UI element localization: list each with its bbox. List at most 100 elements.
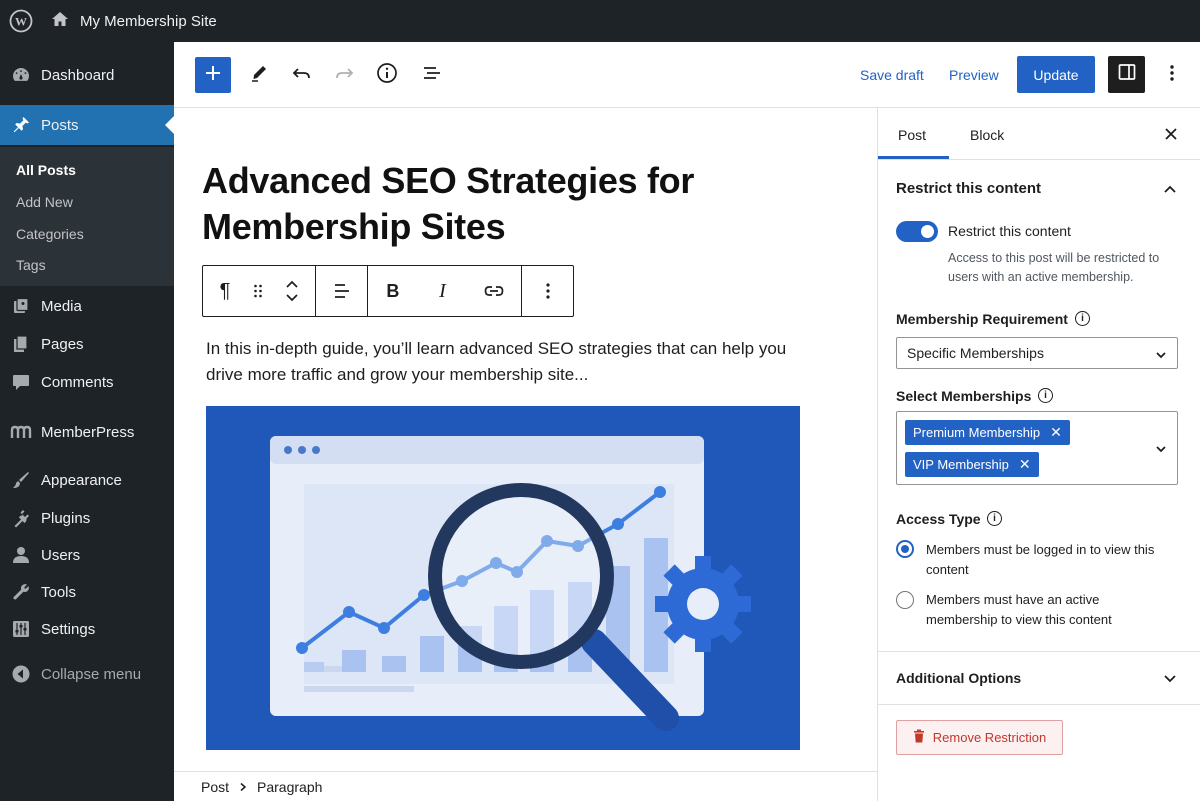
submenu-tags[interactable]: Tags	[16, 257, 46, 273]
chevron-up-icon[interactable]	[1162, 181, 1178, 197]
active-tab-indicator	[878, 156, 949, 159]
more-vertical-icon	[1169, 63, 1175, 88]
paragraph-block[interactable]: In this in-depth guide, you’ll learn adv…	[206, 336, 826, 388]
sidebar-item-tools[interactable]: Tools	[0, 577, 174, 607]
trash-icon	[913, 729, 925, 746]
admin-sidebar: Dashboard Posts All Posts Add New Catego…	[0, 42, 174, 801]
section-divider	[878, 651, 1200, 652]
submenu-all-posts[interactable]: All Posts	[16, 162, 76, 178]
pages-icon	[10, 333, 32, 355]
memberships-multiselect[interactable]: Premium Membership ✕ VIP Membership ✕	[896, 411, 1178, 485]
tab-post[interactable]: Post	[898, 127, 926, 143]
sidebar-item-media[interactable]: Media	[0, 291, 174, 321]
sidebar-item-plugins[interactable]: Plugins	[0, 503, 174, 533]
user-icon	[10, 544, 32, 566]
remove-restriction-button[interactable]: Remove Restriction	[896, 720, 1063, 755]
sidebar-item-settings[interactable]: Settings	[0, 614, 174, 644]
membership-chip-label: VIP Membership	[913, 457, 1009, 472]
sidebar-item-label: Settings	[41, 620, 96, 638]
breadcrumb-paragraph[interactable]: Paragraph	[257, 779, 322, 795]
editor-toolbar: Save draft Preview Update	[174, 42, 1200, 108]
more-options-icon[interactable]	[522, 266, 573, 316]
site-home-link[interactable]: My Membership Site	[50, 9, 217, 34]
chevron-down-icon[interactable]	[1155, 441, 1167, 459]
align-left-icon[interactable]	[316, 266, 367, 316]
close-icon[interactable]	[1161, 124, 1181, 144]
membership-requirement-select[interactable]: Specific Memberships	[896, 337, 1178, 369]
sidebar-item-label: Pages	[41, 335, 84, 353]
info-icon[interactable]: i	[1075, 311, 1090, 326]
sidebar-panel-icon	[1117, 62, 1137, 87]
undo-button[interactable]	[284, 57, 320, 93]
edit-tool-button[interactable]	[241, 57, 277, 93]
collapse-icon	[10, 663, 32, 685]
link-icon[interactable]	[467, 266, 521, 316]
settings-icon	[10, 618, 32, 640]
pin-icon	[10, 114, 32, 136]
chevron-down-icon[interactable]	[1162, 670, 1178, 686]
sidebar-tabs: Post Block	[878, 108, 1200, 160]
update-button[interactable]: Update	[1017, 56, 1095, 93]
breadcrumb-post[interactable]: Post	[201, 779, 229, 795]
preview-button[interactable]: Preview	[949, 67, 999, 83]
membership-chip: VIP Membership ✕	[905, 452, 1039, 477]
move-up-down-icon[interactable]	[269, 266, 315, 316]
restrict-section-title[interactable]: Restrict this content	[896, 180, 1041, 197]
drag-handle-icon[interactable]	[247, 266, 269, 316]
additional-options-title[interactable]: Additional Options	[896, 670, 1021, 686]
remove-chip-icon[interactable]: ✕	[1050, 424, 1062, 441]
paragraph-block-button[interactable]: ¶	[203, 266, 247, 316]
settings-toggle-button[interactable]	[1108, 56, 1145, 93]
italic-button[interactable]: I	[418, 266, 468, 316]
sidebar-item-users[interactable]: Users	[0, 540, 174, 570]
svg-text:W: W	[15, 15, 27, 29]
sidebar-item-posts[interactable]: Posts	[0, 105, 174, 145]
admin-bar: W My Membership Site	[0, 0, 1200, 42]
options-menu-button[interactable]	[1154, 57, 1190, 93]
access-radio-logged-in[interactable]	[896, 540, 914, 558]
sidebar-item-comments[interactable]: Comments	[0, 367, 174, 397]
redo-icon	[333, 63, 355, 88]
remove-chip-icon[interactable]: ✕	[1019, 456, 1031, 473]
chevron-right-icon	[239, 779, 247, 795]
info-icon[interactable]: i	[987, 511, 1002, 526]
sidebar-item-label: Users	[41, 546, 81, 564]
redo-button[interactable]	[326, 57, 362, 93]
dashboard-icon	[10, 64, 32, 86]
post-title[interactable]: Advanced SEO Strategies for Membership S…	[202, 158, 762, 250]
restrict-toggle[interactable]	[896, 221, 938, 242]
save-draft-button[interactable]: Save draft	[860, 67, 924, 83]
membership-chip: Premium Membership ✕	[905, 420, 1070, 445]
submenu-add-new[interactable]: Add New	[16, 194, 73, 210]
access-radio-active-membership[interactable]	[896, 591, 914, 609]
image-block[interactable]	[206, 406, 800, 750]
wordpress-logo-icon[interactable]: W	[0, 0, 42, 42]
sidebar-item-pages[interactable]: Pages	[0, 329, 174, 359]
sidebar-item-label: Dashboard	[41, 66, 115, 84]
settings-sidebar: Post Block Restrict this content Restric…	[877, 108, 1200, 801]
collapse-menu-button[interactable]: Collapse menu	[0, 659, 174, 689]
list-view-button[interactable]	[414, 57, 450, 93]
plugin-icon	[10, 507, 32, 529]
details-button[interactable]	[369, 57, 405, 93]
posts-submenu: All Posts Add New Categories Tags	[0, 147, 174, 286]
bold-button[interactable]: B	[368, 266, 418, 316]
sidebar-item-appearance[interactable]: Appearance	[0, 465, 174, 495]
info-icon[interactable]: i	[1038, 388, 1053, 403]
comment-icon	[10, 371, 32, 393]
restrict-help-text: Access to this post will be restricted t…	[948, 251, 1160, 284]
sidebar-item-label: Plugins	[41, 509, 91, 527]
submenu-categories[interactable]: Categories	[16, 226, 84, 242]
sidebar-item-label: Media	[41, 297, 82, 315]
remove-restriction-label: Remove Restriction	[932, 730, 1047, 745]
wrench-icon	[10, 581, 32, 603]
brush-icon	[10, 469, 32, 491]
sidebar-item-memberpress[interactable]: MemberPress	[0, 417, 174, 447]
sidebar-item-dashboard[interactable]: Dashboard	[0, 60, 174, 90]
section-divider	[878, 704, 1200, 705]
membership-requirement-label: Membership Requirement	[896, 311, 1068, 327]
add-block-button[interactable]	[195, 57, 231, 93]
access-option-label: Members must have an active membership t…	[926, 592, 1112, 627]
tab-block[interactable]: Block	[970, 127, 1004, 143]
active-indicator	[165, 116, 174, 134]
